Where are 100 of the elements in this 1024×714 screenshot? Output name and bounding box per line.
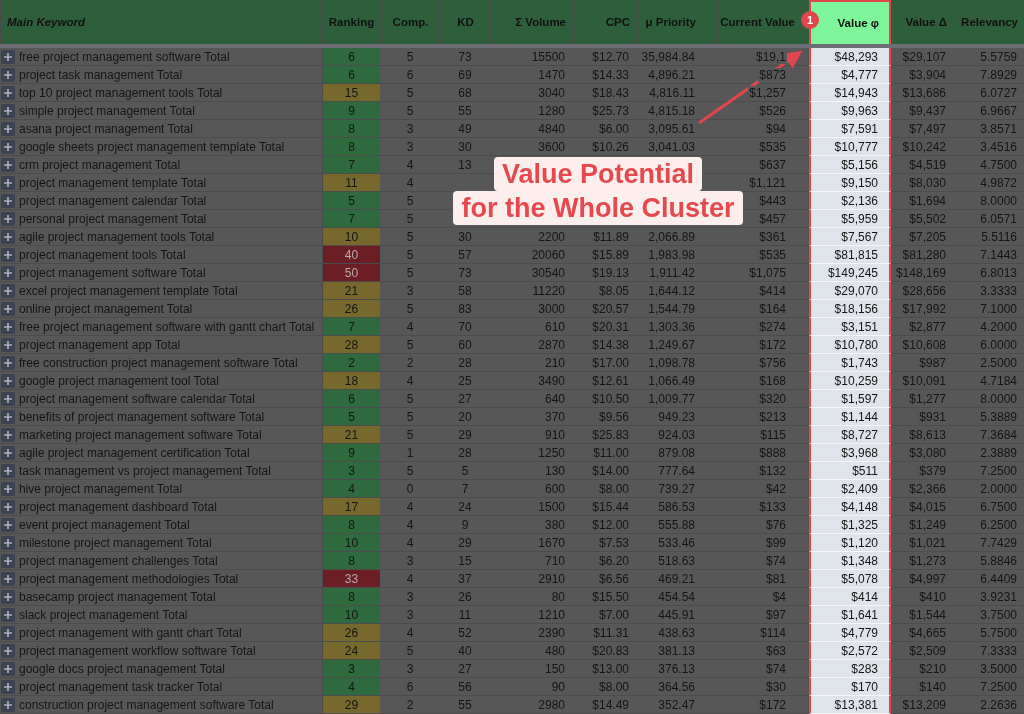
- expand-icon[interactable]: [1, 175, 15, 190]
- expand-icon[interactable]: [1, 445, 15, 460]
- table-cell: $1,348: [809, 552, 891, 570]
- expand-icon[interactable]: [1, 517, 15, 532]
- keyword-cell: simple project management Total: [19, 103, 195, 118]
- expand-icon[interactable]: [1, 571, 15, 586]
- expand-icon[interactable]: [1, 697, 15, 712]
- table-cell: $414: [809, 588, 891, 606]
- expand-icon[interactable]: [1, 625, 15, 640]
- ranking-cell: 10: [322, 228, 380, 246]
- expand-icon[interactable]: [1, 607, 15, 622]
- table-cell: $3,151: [809, 318, 891, 336]
- ranking-cell: 24: [322, 642, 380, 660]
- ranking-cell: 6: [322, 48, 380, 66]
- expand-icon[interactable]: [1, 193, 15, 208]
- expand-icon[interactable]: [1, 337, 15, 352]
- keyword-cell: event project management Total: [19, 517, 190, 532]
- keyword-cell: project management dashboard Total: [19, 499, 217, 514]
- expand-icon[interactable]: [1, 499, 15, 514]
- ranking-cell: 6: [322, 390, 380, 408]
- ranking-cell: 9: [322, 102, 380, 120]
- expand-icon[interactable]: [1, 283, 15, 298]
- expand-icon[interactable]: [1, 103, 15, 118]
- table-cell: $2,572: [809, 642, 891, 660]
- keyword-cell: google docs project management Total: [19, 661, 225, 676]
- ranking-cell: 11: [322, 174, 380, 192]
- expand-icon[interactable]: [1, 229, 15, 244]
- ranking-cell: 8: [322, 588, 380, 606]
- keyword-cell: free construction project management software Total: [19, 355, 298, 370]
- keyword-cell: project management software calendar Total: [19, 391, 255, 406]
- keyword-cell: project management task tracker Total: [19, 679, 223, 694]
- expand-icon[interactable]: [1, 301, 15, 316]
- expand-icon[interactable]: [1, 463, 15, 478]
- keyword-cell: benefits of project management software Total: [19, 409, 265, 424]
- expand-icon[interactable]: [1, 265, 15, 280]
- ranking-cell: 8: [322, 516, 380, 534]
- keyword-cell: basecamp project management Total: [19, 589, 216, 604]
- expand-icon[interactable]: [1, 247, 15, 262]
- table-cell: $4,148: [809, 498, 891, 516]
- table-cell: $2,409: [809, 480, 891, 498]
- table-cell: $10,777: [809, 138, 891, 156]
- keyword-cell: project management app Total: [19, 337, 181, 352]
- expand-icon[interactable]: [1, 319, 15, 334]
- table-cell: $5,078: [809, 570, 891, 588]
- expand-icon[interactable]: [1, 391, 15, 406]
- table-cell: $9,963: [809, 102, 891, 120]
- keyword-cell: asana project management Total: [19, 121, 193, 136]
- expand-icon[interactable]: [1, 85, 15, 100]
- keyword-cell: project management methodologies Total: [19, 571, 239, 586]
- expand-icon[interactable]: [1, 589, 15, 604]
- expand-icon[interactable]: [1, 643, 15, 658]
- ranking-cell: 29: [322, 696, 380, 714]
- table-cell: $7,567: [809, 228, 891, 246]
- keyword-cell: online project management Total: [19, 301, 193, 316]
- table-cell: $4,777: [809, 66, 891, 84]
- expand-icon[interactable]: [1, 427, 15, 442]
- ranking-cell: 21: [322, 282, 380, 300]
- table-cell: $4,779: [809, 624, 891, 642]
- expand-icon[interactable]: [1, 49, 15, 64]
- ranking-cell: 4: [322, 480, 380, 498]
- expand-icon[interactable]: [1, 553, 15, 568]
- table-cell: $48,293: [809, 48, 891, 66]
- table-cell: $7,591: [809, 120, 891, 138]
- expand-icon[interactable]: [1, 661, 15, 676]
- ranking-cell: 7: [322, 210, 380, 228]
- ranking-cell: 2: [322, 354, 380, 372]
- keyword-cell: construction project management software Total: [19, 697, 274, 712]
- expand-icon[interactable]: [1, 373, 15, 388]
- expand-icon[interactable]: [1, 355, 15, 370]
- keyword-cell: agile project management tools Total: [19, 229, 215, 244]
- table-cell: $2,136: [809, 192, 891, 210]
- expand-icon[interactable]: [1, 481, 15, 496]
- expand-icon[interactable]: [1, 121, 15, 136]
- keyword-cell: task management vs project management Total: [19, 463, 271, 478]
- ranking-cell: 15: [322, 84, 380, 102]
- keyword-cell: project management workflow software Total: [19, 643, 256, 658]
- table-cell: $5,156: [809, 156, 891, 174]
- keyword-cell: milestone project management Total: [19, 535, 212, 550]
- keyword-cell: project management with gantt chart Total: [19, 625, 242, 640]
- expand-icon[interactable]: [1, 535, 15, 550]
- ranking-cell: 3: [322, 462, 380, 480]
- expand-icon[interactable]: [1, 409, 15, 424]
- expand-icon[interactable]: [1, 679, 15, 694]
- ranking-cell: 17: [322, 498, 380, 516]
- table-cell: $8,727: [809, 426, 891, 444]
- expand-icon[interactable]: [1, 139, 15, 154]
- expand-icon[interactable]: [1, 157, 15, 172]
- ranking-cell: 28: [322, 336, 380, 354]
- ranking-cell: 10: [322, 534, 380, 552]
- ranking-cell: 3: [322, 660, 380, 678]
- keyword-cell: top 10 project management tools Total: [19, 85, 223, 100]
- keyword-cell: project management software Total: [19, 265, 206, 280]
- keyword-cell: free project management software with gantt chart Total: [19, 319, 315, 334]
- table-cell: $1,743: [809, 354, 891, 372]
- expand-icon[interactable]: [1, 67, 15, 82]
- table-cell: $81,815: [809, 246, 891, 264]
- table-cell: $283: [809, 660, 891, 678]
- expand-icon[interactable]: [1, 211, 15, 226]
- keyword-cell: project task management Total: [19, 67, 183, 82]
- table-cell: $29,070: [809, 282, 891, 300]
